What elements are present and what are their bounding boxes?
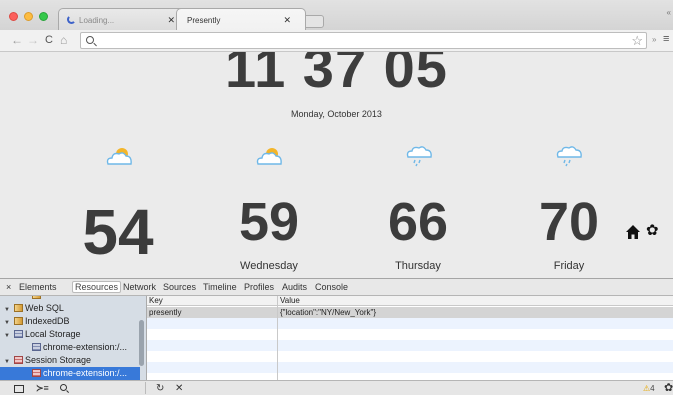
forecast-temp: 66 bbox=[387, 192, 449, 252]
devtools-settings-icon[interactable]: ✿ bbox=[664, 382, 673, 395]
browser-window: Loading... ✕ Presently ✕ « ← → C ⌂ ☆ » ≡… bbox=[0, 0, 673, 395]
resources-sidebar: ▼ Web SQL ▼ IndexedDB ▼ Local Storage chrom… bbox=[0, 296, 147, 380]
window-corner-label: « bbox=[666, 8, 671, 17]
refresh-icon[interactable]: ↻ bbox=[156, 382, 164, 395]
storage-table: Key Value presently {"location":"NY/New_… bbox=[147, 296, 673, 380]
tab-network[interactable]: Network bbox=[123, 282, 156, 292]
rain-icon bbox=[406, 146, 432, 167]
forecast-temp: 70 bbox=[538, 192, 600, 252]
table-row-empty[interactable] bbox=[147, 362, 673, 373]
forecast-day: Thursday bbox=[395, 260, 441, 272]
tab-strip: Loading... ✕ Presently ✕ « bbox=[0, 0, 673, 30]
tab-profiles[interactable]: Profiles bbox=[244, 282, 274, 292]
tree-item-indexeddb[interactable]: ▼ IndexedDB bbox=[0, 315, 140, 328]
devtools-tab-bar: × Elements Resources Network Sources Tim… bbox=[0, 278, 673, 296]
local-storage-icon bbox=[14, 330, 23, 338]
database-icon bbox=[32, 296, 41, 299]
clock-display: 11 37 05 bbox=[225, 52, 448, 99]
database-icon bbox=[14, 304, 23, 312]
local-storage-icon bbox=[32, 343, 41, 351]
window-close-button[interactable] bbox=[9, 12, 18, 21]
bookmark-star-icon[interactable]: ☆ bbox=[631, 33, 643, 49]
devtools-close-button[interactable]: × bbox=[6, 282, 11, 292]
devtools-status-bar: ≻≡ ↻ ✕ ⚠4 ✿ bbox=[0, 380, 673, 395]
tree-item-label: chrome-extension:/... bbox=[43, 368, 128, 378]
column-header-value[interactable]: Value bbox=[278, 296, 673, 306]
tab-timeline[interactable]: Timeline bbox=[203, 282, 237, 292]
table-row[interactable]: presently {"location":"NY/New_York"} bbox=[147, 307, 673, 318]
dock-icon[interactable] bbox=[14, 385, 24, 393]
tab-presently[interactable]: Presently ✕ bbox=[176, 8, 306, 30]
tab-sources[interactable]: Sources bbox=[163, 282, 196, 292]
tab-close-button[interactable]: ✕ bbox=[283, 15, 291, 26]
session-storage-icon bbox=[14, 356, 23, 364]
forward-button[interactable]: → bbox=[27, 33, 39, 47]
tree-item-label: Session Storage bbox=[25, 355, 92, 365]
loading-spinner-icon bbox=[67, 15, 76, 24]
tab-close-button[interactable]: ✕ bbox=[167, 15, 175, 26]
warning-count[interactable]: ⚠4 bbox=[643, 382, 655, 395]
clear-icon[interactable]: ✕ bbox=[175, 382, 183, 395]
table-row-empty[interactable] bbox=[147, 340, 673, 351]
tab-audits[interactable]: Audits bbox=[282, 282, 307, 292]
search-icon bbox=[86, 36, 94, 44]
status-divider bbox=[145, 382, 146, 394]
window-maximize-button[interactable] bbox=[39, 12, 48, 21]
settings-gear-icon[interactable]: ✿ bbox=[646, 222, 659, 240]
table-row-empty[interactable] bbox=[147, 373, 673, 380]
forecast-day: Friday bbox=[553, 260, 585, 272]
database-icon bbox=[14, 317, 23, 325]
warning-count-value: 4 bbox=[650, 384, 655, 393]
table-row-empty[interactable] bbox=[147, 329, 673, 340]
browser-toolbar: ← → C ⌂ ☆ » ≡ bbox=[0, 30, 673, 52]
tab-loading[interactable]: Loading... ✕ bbox=[58, 8, 190, 30]
date-display: Monday, October 2013 bbox=[291, 109, 382, 119]
tab-elements[interactable]: Elements bbox=[19, 282, 57, 292]
sidebar-scrollbar[interactable] bbox=[139, 320, 144, 366]
tree-item-local-storage[interactable]: ▼ Local Storage bbox=[0, 328, 140, 341]
tree-item-web-sql[interactable]: ▼ Web SQL bbox=[0, 302, 140, 315]
search-icon[interactable] bbox=[60, 384, 67, 391]
reload-button[interactable]: C bbox=[45, 33, 53, 47]
back-button[interactable]: ← bbox=[11, 33, 23, 47]
tree-item-label: Web SQL bbox=[25, 303, 64, 313]
console-drawer-icon[interactable]: ≻≡ bbox=[36, 382, 49, 395]
home-icon[interactable] bbox=[625, 224, 641, 240]
tab-resources[interactable]: Resources bbox=[72, 281, 122, 293]
session-storage-icon bbox=[32, 369, 41, 377]
address-bar[interactable]: ☆ bbox=[80, 32, 647, 49]
partly-cloudy-icon bbox=[106, 148, 132, 165]
presently-page: 11 37 05 Monday, October 2013 54 59 66 7… bbox=[0, 52, 673, 278]
extensions-overflow-button[interactable]: » bbox=[652, 35, 656, 44]
forecast-temp: 59 bbox=[238, 192, 300, 252]
tab-label: Presently bbox=[187, 16, 221, 25]
tree-item-session-storage[interactable]: ▼ Session Storage bbox=[0, 354, 140, 367]
forecast-temp: 54 bbox=[82, 196, 154, 268]
forecast-day: Wednesday bbox=[240, 260, 298, 272]
table-row-empty[interactable] bbox=[147, 351, 673, 362]
tree-item-local-extension[interactable]: chrome-extension:/... bbox=[0, 341, 140, 354]
column-header-key[interactable]: Key bbox=[147, 296, 278, 306]
partly-cloudy-icon bbox=[256, 148, 282, 165]
tab-console[interactable]: Console bbox=[315, 282, 348, 292]
tree-item-label: chrome-extension:/... bbox=[43, 342, 128, 352]
cell-value: {"location":"NY/New_York"} bbox=[280, 308, 377, 317]
cell-key: presently bbox=[149, 308, 182, 317]
column-divider[interactable] bbox=[277, 306, 278, 380]
window-minimize-button[interactable] bbox=[24, 12, 33, 21]
tree-item-label: Local Storage bbox=[25, 329, 81, 339]
tree-item-session-extension[interactable]: chrome-extension:/... bbox=[0, 367, 140, 380]
rain-icon bbox=[556, 146, 582, 167]
tree-item-label: IndexedDB bbox=[25, 316, 70, 326]
menu-icon[interactable]: ≡ bbox=[663, 33, 669, 45]
table-row-empty[interactable] bbox=[147, 318, 673, 329]
home-button[interactable]: ⌂ bbox=[60, 33, 67, 47]
